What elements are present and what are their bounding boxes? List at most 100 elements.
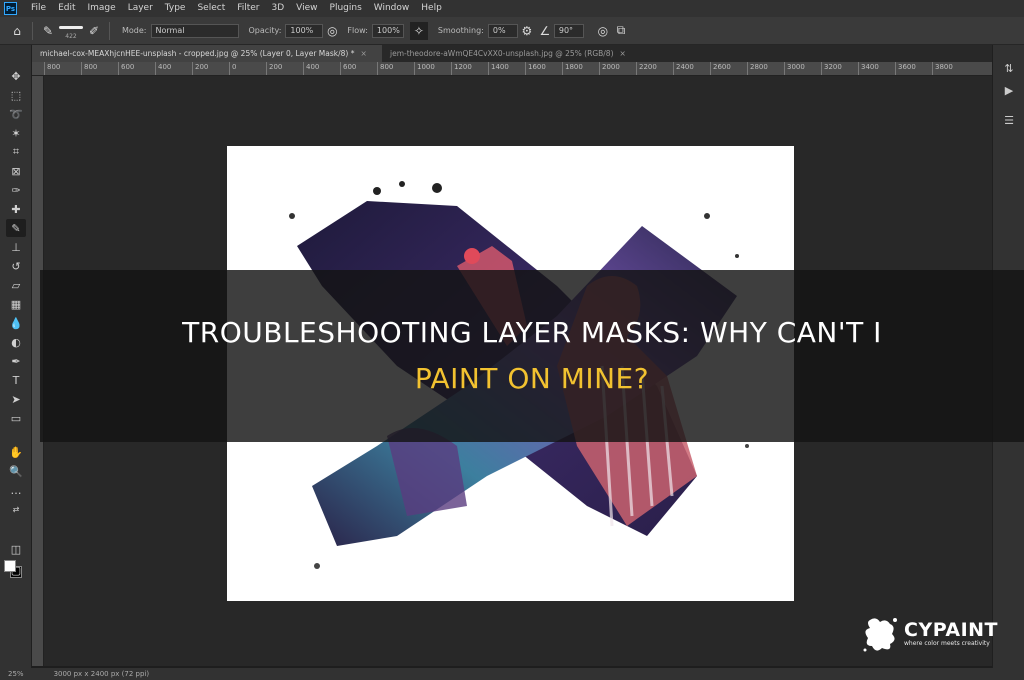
ruler-tick: 2600 bbox=[710, 62, 731, 75]
ruler-tick: 3800 bbox=[932, 62, 953, 75]
ruler-tick: 200 bbox=[266, 62, 282, 75]
menu-filter[interactable]: Filter bbox=[231, 0, 265, 17]
photoshop-logo: Ps bbox=[4, 2, 17, 15]
rectangle-tool-icon[interactable]: ▭ bbox=[6, 409, 26, 427]
lasso-tool-icon[interactable]: ➰ bbox=[6, 105, 26, 123]
menu-file[interactable]: File bbox=[25, 0, 52, 17]
ruler-tick: 3600 bbox=[895, 62, 916, 75]
brush-settings-icon[interactable]: ✐ bbox=[85, 22, 103, 40]
opacity-label: Opacity: bbox=[248, 26, 282, 35]
play-action-icon[interactable]: ▶ bbox=[999, 81, 1019, 99]
ruler-tick: 0 bbox=[229, 62, 236, 75]
ruler-tick: 800 bbox=[81, 62, 97, 75]
app-window: Ps File Edit Image Layer Type Select Fil… bbox=[0, 0, 1024, 680]
ruler-tick: 600 bbox=[118, 62, 134, 75]
flow-field[interactable]: 100% bbox=[371, 23, 404, 38]
blur-tool-icon[interactable]: 💧 bbox=[6, 314, 26, 332]
magic-wand-tool-icon[interactable]: ✶ bbox=[6, 124, 26, 142]
swap-colors-icon[interactable]: ⇄ bbox=[6, 500, 26, 518]
adjustments-panel-icon[interactable]: ☰ bbox=[999, 111, 1019, 129]
symmetry-icon[interactable]: ⧉ bbox=[612, 22, 630, 40]
ruler-tick: 2200 bbox=[636, 62, 657, 75]
brush-tool-icon[interactable]: ✎ bbox=[6, 219, 26, 237]
path-selection-tool-icon[interactable]: ➤ bbox=[6, 390, 26, 408]
tab-label: michael-cox-MEAXhjcnHEE-unsplash - cropp… bbox=[40, 49, 355, 58]
ruler-tick: 400 bbox=[303, 62, 319, 75]
menu-bar: Ps File Edit Image Layer Type Select Fil… bbox=[0, 0, 1024, 17]
menu-window[interactable]: Window bbox=[368, 0, 416, 17]
zoom-tool-icon[interactable]: 🔍 bbox=[6, 462, 26, 480]
ruler-tick: 600 bbox=[340, 62, 356, 75]
airbrush-icon[interactable]: ✧ bbox=[409, 21, 428, 40]
ruler-tick: 400 bbox=[155, 62, 171, 75]
frame-tool-icon[interactable]: ⊠ bbox=[6, 162, 26, 180]
pressure-size-icon[interactable]: ◎ bbox=[594, 22, 612, 40]
document-info[interactable]: 3000 px x 2400 px (72 ppi) bbox=[54, 670, 150, 678]
marquee-tool-icon[interactable]: ⬚ bbox=[6, 86, 26, 104]
healing-brush-tool-icon[interactable]: ✚ bbox=[6, 200, 26, 218]
tab-second-document[interactable]: jem-theodore-aWmQE4CvXX0-unsplash.jpg @ … bbox=[382, 45, 642, 62]
foreground-color-swatch[interactable] bbox=[4, 560, 16, 572]
smoothing-field[interactable]: 0% bbox=[487, 23, 518, 38]
menu-3d[interactable]: 3D bbox=[266, 0, 291, 17]
paint-splash-icon bbox=[863, 618, 897, 652]
title-line-2: PAINT ON MINE? bbox=[414, 362, 650, 395]
close-icon[interactable]: × bbox=[620, 49, 626, 58]
logo-tagline: where color meets creativity bbox=[904, 640, 990, 647]
quick-mask-icon[interactable]: ◫ bbox=[6, 540, 26, 558]
tab-label: jem-theodore-aWmQE4CvXX0-unsplash.jpg @ … bbox=[390, 49, 614, 58]
ruler-tick: 200 bbox=[192, 62, 208, 75]
ruler-tick: 3200 bbox=[821, 62, 842, 75]
history-brush-tool-icon[interactable]: ↺ bbox=[6, 257, 26, 275]
move-tool-icon[interactable]: ✥ bbox=[6, 67, 26, 85]
menu-image[interactable]: Image bbox=[82, 0, 122, 17]
ruler-tick: 1400 bbox=[488, 62, 509, 75]
document-tabs: michael-cox-MEAXhjcnHEE-unsplash - cropp… bbox=[32, 45, 992, 62]
ruler-tick: 3400 bbox=[858, 62, 879, 75]
ruler-tick: 800 bbox=[44, 62, 60, 75]
dodge-tool-icon[interactable]: ◐ bbox=[6, 333, 26, 351]
title-banner: TROUBLESHOOTING LAYER MASKS: WHY CAN'T I… bbox=[40, 270, 1024, 442]
ruler-tick: 1600 bbox=[525, 62, 546, 75]
smoothing-settings-icon[interactable]: ⚙ bbox=[518, 22, 536, 40]
crop-tool-icon[interactable]: ⌗ bbox=[6, 143, 26, 161]
pen-tool-icon[interactable]: ✒ bbox=[6, 352, 26, 370]
opacity-field[interactable]: 100% bbox=[285, 23, 324, 38]
ruler-tick: 800 bbox=[377, 62, 393, 75]
options-bar: ⌂ ✎ 422 ✐ Mode: Normal Opacity: 100% ◎ F… bbox=[0, 17, 1024, 45]
home-icon[interactable]: ⌂ bbox=[8, 22, 26, 40]
menu-edit[interactable]: Edit bbox=[52, 0, 81, 17]
menu-select[interactable]: Select bbox=[191, 0, 231, 17]
ruler-tick: 1200 bbox=[451, 62, 472, 75]
close-icon[interactable]: × bbox=[360, 49, 366, 58]
eyedropper-tool-icon[interactable]: ✑ bbox=[6, 181, 26, 199]
more-tools-icon[interactable]: … bbox=[6, 481, 26, 499]
brush-preset-picker[interactable]: 422 bbox=[57, 22, 85, 40]
logo-text: CYPAINT where color meets creativity bbox=[904, 620, 998, 648]
brush-stroke-preview bbox=[59, 25, 83, 29]
clone-stamp-tool-icon[interactable]: ⊥ bbox=[6, 238, 26, 256]
angle-field[interactable]: 90° bbox=[553, 23, 584, 38]
zoom-level[interactable]: 25% bbox=[8, 670, 24, 678]
brush-tool-icon[interactable]: ✎ bbox=[39, 22, 57, 40]
ruler-tick: 1000 bbox=[414, 62, 435, 75]
type-tool-icon[interactable]: T bbox=[6, 371, 26, 389]
gradient-tool-icon[interactable]: ▦ bbox=[6, 295, 26, 313]
smoothing-label: Smoothing: bbox=[437, 26, 484, 35]
flow-label: Flow: bbox=[347, 26, 368, 35]
menu-layer[interactable]: Layer bbox=[122, 0, 159, 17]
menu-type[interactable]: Type bbox=[159, 0, 192, 17]
status-bar: 25% 3000 px x 2400 px (72 ppi) bbox=[0, 668, 1024, 680]
ruler-tick: 2800 bbox=[747, 62, 768, 75]
eraser-tool-icon[interactable]: ▱ bbox=[6, 276, 26, 294]
pressure-opacity-icon[interactable]: ◎ bbox=[323, 22, 341, 40]
ruler-tick: 3000 bbox=[784, 62, 805, 75]
menu-view[interactable]: View bbox=[290, 0, 323, 17]
ruler-tick: 1800 bbox=[562, 62, 583, 75]
menu-plugins[interactable]: Plugins bbox=[324, 0, 368, 17]
history-panel-icon[interactable]: ⇅ bbox=[999, 59, 1019, 77]
menu-help[interactable]: Help bbox=[415, 0, 448, 17]
mode-select[interactable]: Normal bbox=[150, 23, 239, 38]
tab-active-document[interactable]: michael-cox-MEAXhjcnHEE-unsplash - cropp… bbox=[32, 45, 382, 62]
hand-tool-icon[interactable]: ✋ bbox=[6, 443, 26, 461]
